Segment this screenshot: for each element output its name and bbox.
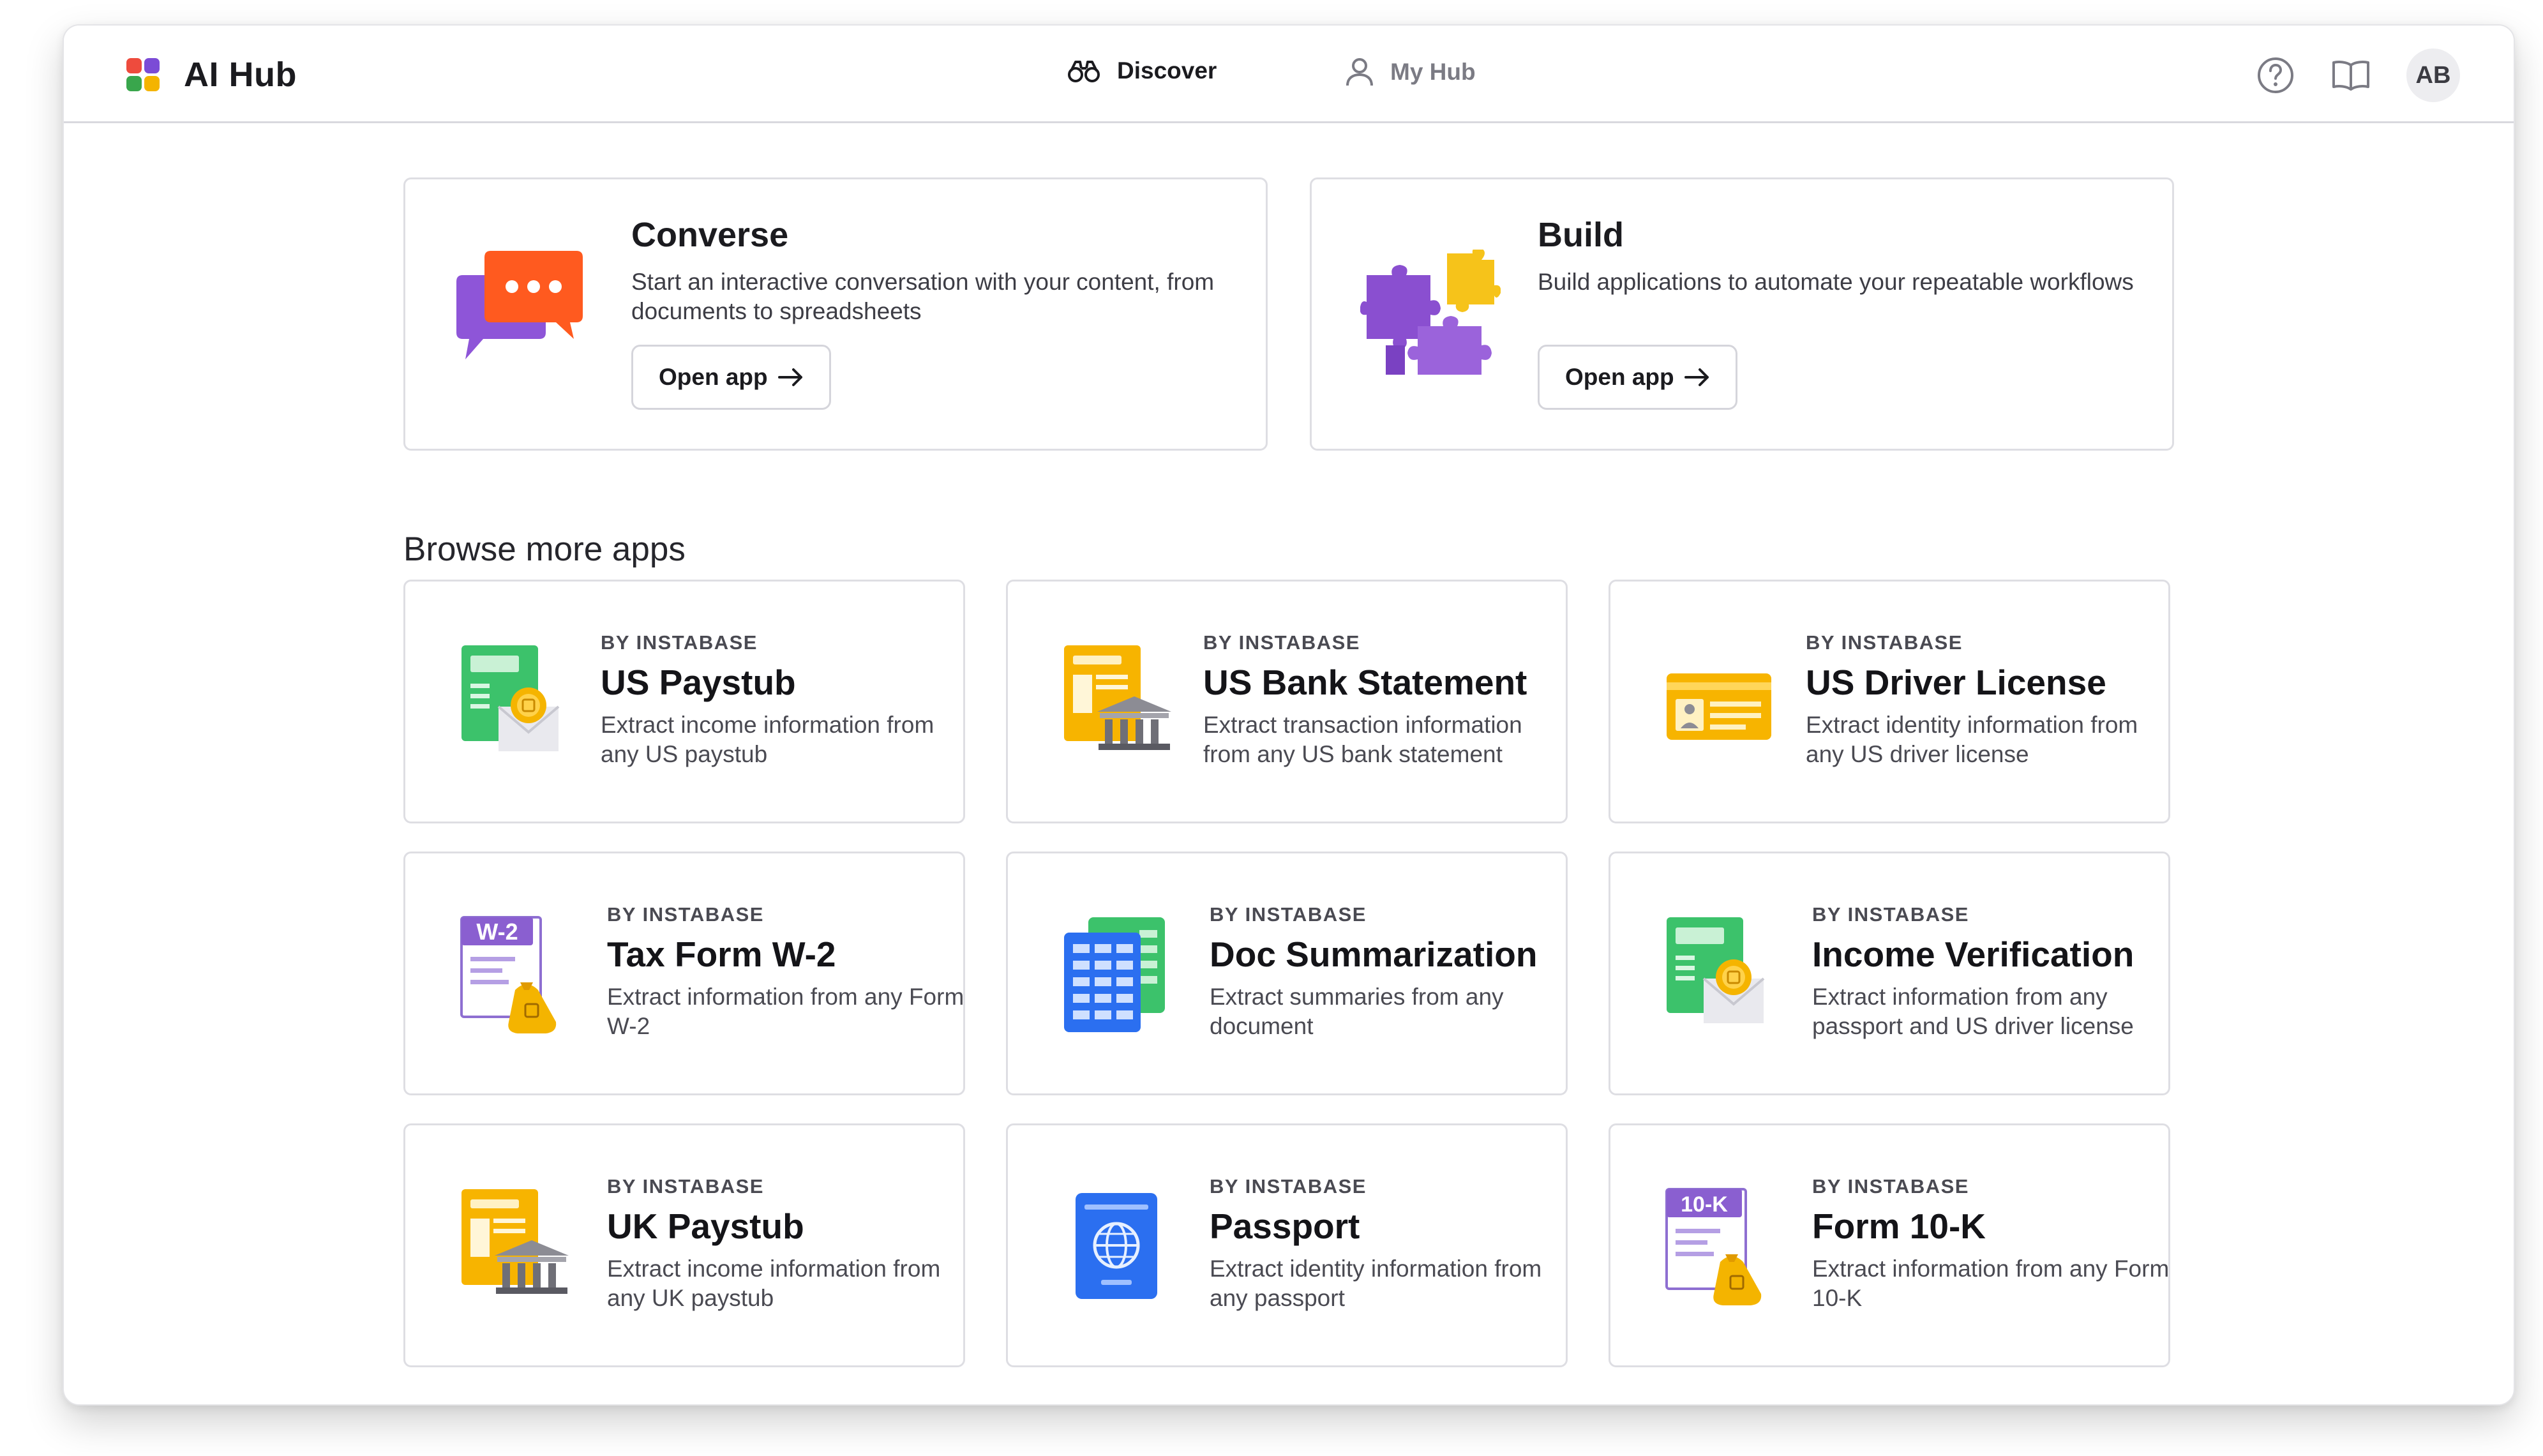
app-card-tax-form-w2[interactable]: W-2 BY INSTABASE Tax Form W-2 Extract in… [403, 852, 965, 1095]
app-title: Income Verification [1812, 934, 2134, 974]
paystub-money-icon [1667, 917, 1765, 1023]
publisher-label: BY INSTABASE [607, 1175, 764, 1197]
app-card-doc-summarization[interactable]: BY INSTABASE Doc Summarization Extract s… [1006, 852, 1568, 1095]
brand[interactable]: AI Hub [126, 55, 297, 94]
browse-title: Browse more apps [403, 530, 686, 568]
w2-badge-text: W-2 [476, 919, 518, 945]
arrow-right-icon [1684, 368, 1709, 386]
app-description: Extract transaction information from any… [1203, 712, 1522, 767]
help-button[interactable] [2256, 56, 2295, 95]
puzzle-pieces-icon [1360, 250, 1501, 375]
ai-hub-logo-icon [126, 58, 160, 91]
arrow-right-icon [777, 368, 802, 386]
passport-icon [1076, 1193, 1157, 1299]
form-10k-badge-text: 10-K [1681, 1192, 1728, 1217]
app-title: Passport [1210, 1206, 1360, 1246]
app-card-form-10k[interactable]: 10-K BY INSTABASE Form 10-K Extract info… [1609, 1123, 2170, 1367]
converse-open-app-button[interactable]: Open app [631, 345, 831, 410]
bank-statement-icon [461, 1189, 569, 1294]
app-description: Extract information from any passport an… [1812, 984, 2134, 1039]
build-open-app-button[interactable]: Open app [1538, 345, 1737, 410]
app-description: Extract information from any Form 10-K [1812, 1256, 2170, 1311]
top-bar: AI Hub Discover My Hub AB [64, 26, 2514, 123]
converse-title: Converse [631, 216, 789, 254]
binoculars-icon [1068, 61, 1100, 82]
app-window: AI Hub Discover My Hub AB Converse Start… [63, 24, 2515, 1406]
app-title: Form 10-K [1812, 1206, 1986, 1246]
nav-my-hub-label: My Hub [1390, 59, 1476, 85]
app-description: Extract income information from any UK p… [607, 1256, 941, 1311]
app-title: AI Hub [184, 56, 297, 94]
publisher-label: BY INSTABASE [1806, 631, 1963, 654]
app-description: Extract income information from any US p… [601, 712, 934, 767]
app-title: Doc Summarization [1210, 934, 1538, 974]
publisher-label: BY INSTABASE [607, 903, 764, 926]
w2-form-icon: W-2 [460, 916, 557, 1033]
app-title: US Bank Statement [1203, 663, 1527, 702]
publisher-label: BY INSTABASE [1812, 903, 1969, 926]
paystub-money-icon [461, 645, 560, 751]
spreadsheet-icon [1064, 917, 1165, 1032]
publisher-label: BY INSTABASE [1203, 631, 1360, 654]
publisher-label: BY INSTABASE [1812, 1175, 1969, 1197]
publisher-label: BY INSTABASE [1210, 903, 1367, 926]
app-card-us-paystub[interactable]: BY INSTABASE US Paystub Extract income i… [403, 580, 965, 823]
app-description: Extract identity information from any US… [1806, 712, 2138, 767]
nav-my-hub[interactable]: My Hub [1346, 57, 1476, 87]
app-card-passport[interactable]: BY INSTABASE Passport Extract identity i… [1006, 1123, 1568, 1367]
app-card-income-verification[interactable]: BY INSTABASE Income Verification Extract… [1609, 852, 2170, 1095]
id-card-icon [1667, 673, 1771, 740]
build-description: Build applications to automate your repe… [1538, 269, 2134, 295]
form-10k-icon: 10-K [1665, 1188, 1762, 1305]
open-book-icon [2332, 61, 2369, 91]
app-title: UK Paystub [607, 1206, 804, 1246]
app-card-us-driver-license[interactable]: BY INSTABASE US Driver License Extract i… [1609, 580, 2170, 823]
app-card-uk-paystub[interactable]: BY INSTABASE UK Paystub Extract income i… [403, 1123, 965, 1367]
app-title: Tax Form W-2 [607, 934, 836, 974]
app-description: Extract identity information from any pa… [1210, 1256, 1542, 1311]
app-title: US Driver License [1806, 663, 2106, 702]
nav-discover[interactable]: Discover [1067, 57, 1217, 84]
app-description: Extract information from any Form W-2 [607, 984, 964, 1039]
chat-bubbles-icon [456, 251, 583, 359]
publisher-label: BY INSTABASE [1210, 1175, 1367, 1197]
converse-card[interactable]: Converse Start an interactive conversati… [403, 177, 1268, 451]
top-actions: AB [2256, 49, 2460, 102]
app-title: US Paystub [601, 663, 796, 702]
open-app-label: Open app [1565, 364, 1674, 390]
bank-statement-icon [1064, 645, 1171, 750]
build-card[interactable]: Build Build applications to automate you… [1310, 177, 2174, 451]
user-avatar[interactable]: AB [2406, 49, 2460, 102]
publisher-label: BY INSTABASE [601, 631, 758, 654]
user-icon [1346, 58, 1373, 86]
open-app-label: Open app [659, 364, 768, 390]
build-title: Build [1538, 216, 1624, 254]
app-description: Extract summaries from any document [1210, 984, 1504, 1039]
converse-description: Start an interactive conversation with y… [631, 269, 1215, 324]
nav-discover-label: Discover [1117, 57, 1217, 84]
docs-button[interactable] [2331, 56, 2371, 95]
app-card-us-bank-statement[interactable]: BY INSTABASE US Bank Statement Extract t… [1006, 580, 1568, 823]
help-circle-icon [2258, 57, 2293, 93]
